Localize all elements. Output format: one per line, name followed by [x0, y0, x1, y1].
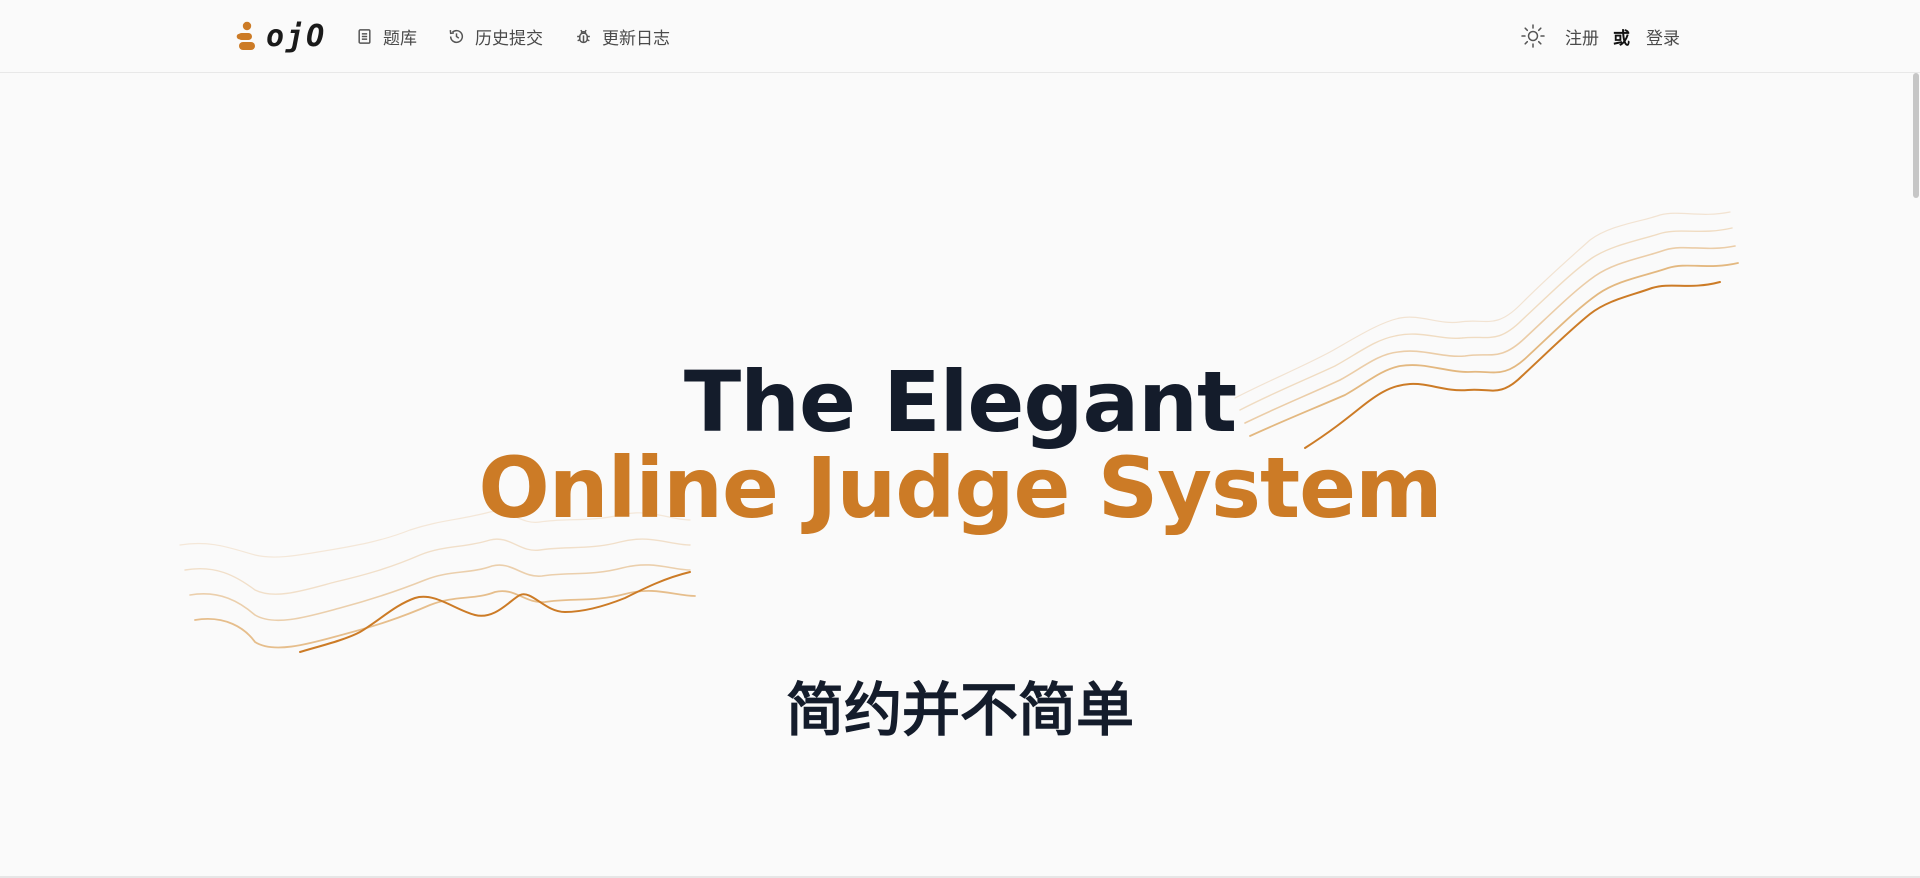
nav-item-label: 更新日志: [602, 28, 670, 49]
nav-item-label: 历史提交: [475, 28, 543, 49]
wave-line-left-1: [194, 590, 696, 649]
or-separator: 或: [1613, 28, 1630, 49]
theme-toggle-button[interactable]: [1520, 23, 1546, 49]
brand-name: ojO: [266, 18, 327, 54]
scrollbar-thumb[interactable]: [1913, 73, 1919, 198]
wave-line-left-3: [184, 538, 691, 595]
wave-line-left-2: [189, 564, 691, 622]
nav-item-problems[interactable]: 题库: [356, 22, 417, 50]
sun-icon: [1521, 24, 1545, 48]
nav-item-label: 题库: [383, 28, 417, 49]
hero-slogan: 简约并不简单: [785, 676, 1134, 744]
nav-item-changelog[interactable]: 更新日志: [575, 22, 670, 50]
logo-icon: [236, 21, 255, 50]
history-icon: [449, 29, 464, 43]
document-list-icon: [358, 28, 371, 44]
register-link[interactable]: 注册: [1565, 22, 1599, 50]
login-link[interactable]: 登录: [1646, 22, 1680, 50]
top-navbar: ojO 题库 历史提交 更新日志 注册 或 登录: [0, 0, 1920, 73]
page-scrollbar[interactable]: [1912, 73, 1920, 878]
brand-logo[interactable]: ojO: [236, 18, 327, 54]
hero-title: The Elegant: [683, 353, 1237, 451]
wave-line-left-0: [299, 571, 691, 653]
nav-item-history[interactable]: 历史提交: [448, 22, 543, 50]
bug-icon: [577, 29, 590, 43]
hero-subtitle-highlight: Online Judge System: [478, 439, 1442, 537]
